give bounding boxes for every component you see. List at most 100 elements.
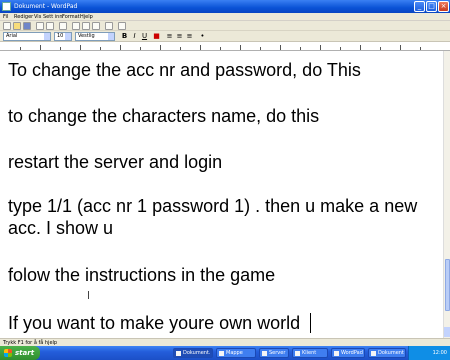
menu-insert[interactable]: Sett inn: [43, 13, 63, 21]
screen: Dokument - WordPad _ □ × Fil Rediger Vis…: [0, 0, 450, 360]
taskbar-item-label: Server: [269, 350, 286, 356]
ruler-tick: [180, 47, 181, 50]
taskbar-item-label: Dokument: [378, 350, 404, 356]
font-value: Arial: [6, 33, 18, 39]
chevron-down-icon[interactable]: [108, 33, 114, 40]
vertical-scrollbar[interactable]: [443, 51, 450, 338]
document-icon: [371, 351, 376, 356]
wordpad-app-icon[interactable]: [2, 2, 11, 11]
paste-icon[interactable]: [92, 22, 100, 30]
text-caret: [310, 313, 311, 333]
close-button[interactable]: ×: [438, 1, 449, 12]
ruler-tick: [400, 45, 401, 50]
menu-file[interactable]: Fil: [3, 13, 8, 21]
bullets-icon[interactable]: •: [198, 32, 207, 41]
ruler-tick: [80, 45, 81, 50]
taskbar-item[interactable]: Klient: [292, 348, 328, 358]
minimize-button[interactable]: _: [414, 1, 425, 12]
windows-logo-icon: [4, 349, 12, 357]
wordpad-icon: [334, 351, 339, 356]
color-icon[interactable]: ■: [152, 32, 161, 41]
bold-icon[interactable]: B: [120, 32, 129, 41]
app-icon: [262, 351, 267, 356]
align-right-icon[interactable]: ≡: [185, 32, 194, 41]
document-line[interactable]: To change the acc nr and password, do Th…: [8, 60, 361, 81]
format-toolbar: Arial 10 Vestlig B I U ■ ≡ ≡ ≡ •: [0, 31, 450, 42]
ruler-tick: [20, 47, 21, 50]
ruler-tick: [300, 47, 301, 50]
document-line[interactable]: folow the instructions in the game: [8, 265, 275, 286]
ruler-tick: [200, 45, 201, 50]
align-center-icon[interactable]: ≡: [175, 32, 184, 41]
ruler-tick: [120, 45, 121, 50]
document-line[interactable]: acc. I show u: [8, 218, 113, 239]
underline-icon[interactable]: U: [140, 32, 149, 41]
ruler-tick: [280, 45, 281, 50]
new-icon[interactable]: [3, 22, 11, 30]
taskbar-item-label: Dokument...: [183, 350, 211, 356]
chevron-down-icon[interactable]: [44, 33, 50, 40]
document-line[interactable]: type 1/1 (acc nr 1 password 1) . then u …: [8, 196, 417, 217]
ruler-tick: [140, 47, 141, 50]
taskbar-item[interactable]: Dokument: [368, 348, 406, 358]
align-left-icon[interactable]: ≡: [165, 32, 174, 41]
taskbar-item-label: Mappe: [226, 350, 243, 356]
font-dropdown[interactable]: Arial: [3, 32, 51, 41]
find-icon[interactable]: [59, 22, 67, 30]
script-dropdown[interactable]: Vestlig: [75, 32, 115, 41]
copy-icon[interactable]: [82, 22, 90, 30]
ruler-tick: [160, 45, 161, 50]
title-bar[interactable]: Dokument - WordPad _ □ ×: [0, 0, 450, 13]
taskbar-item-label: Klient: [302, 350, 317, 356]
taskbar-item[interactable]: Server: [259, 348, 289, 358]
menu-format[interactable]: Format: [62, 13, 80, 21]
scroll-down-arrow-icon[interactable]: [444, 327, 450, 337]
font-size-value: 10: [57, 33, 64, 39]
font-size-dropdown[interactable]: 10: [54, 32, 72, 41]
document-text-area[interactable]: To change the acc nr and password, do Th…: [0, 51, 443, 338]
undo-icon[interactable]: [105, 22, 113, 30]
save-icon[interactable]: [23, 22, 31, 30]
chevron-down-icon[interactable]: [65, 33, 71, 40]
menu-edit[interactable]: Rediger: [14, 13, 33, 21]
ruler-tick: [320, 45, 321, 50]
document-line[interactable]: to change the characters name, do this: [8, 106, 319, 127]
status-bar: Trykk F1 for å få hjelp: [0, 338, 450, 346]
document-line[interactable]: If you want to make youre own world: [8, 313, 300, 334]
ruler-tick: [100, 47, 101, 50]
document-line[interactable]: restart the server and login: [8, 152, 222, 173]
taskbar: start Dokument... Mappe Server Klient Wo…: [0, 346, 450, 360]
menu-help[interactable]: Hjelp: [80, 13, 93, 21]
ruler[interactable]: [0, 42, 450, 51]
taskbar-item[interactable]: WordPad: [331, 348, 365, 358]
start-label: start: [15, 349, 35, 357]
cut-icon[interactable]: [72, 22, 80, 30]
ruler-tick: [60, 47, 61, 50]
folder-icon: [219, 351, 224, 356]
taskbar-item[interactable]: Dokument...: [173, 348, 213, 358]
document-icon: [176, 351, 181, 356]
script-value: Vestlig: [78, 33, 95, 39]
ruler-tick: [420, 47, 421, 50]
ruler-tick: [360, 45, 361, 50]
taskbar-item-label: WordPad: [341, 350, 363, 356]
start-button[interactable]: start: [0, 346, 40, 360]
print-preview-icon[interactable]: [46, 22, 54, 30]
italic-icon[interactable]: I: [130, 32, 139, 41]
scrollbar-thumb[interactable]: [445, 259, 450, 311]
print-icon[interactable]: [36, 22, 44, 30]
app-icon: [295, 351, 300, 356]
system-tray[interactable]: 12:00: [408, 346, 450, 360]
ruler-tick: [340, 47, 341, 50]
menu-bar: Fil Rediger Vis Sett inn Format Hjelp: [0, 13, 450, 21]
ruler-tick: [220, 47, 221, 50]
menu-view[interactable]: Vis: [34, 13, 41, 21]
tray-clock[interactable]: 12:00: [433, 346, 447, 360]
open-icon[interactable]: [13, 22, 21, 30]
maximize-button[interactable]: □: [426, 1, 437, 12]
window-title: Dokument - WordPad: [14, 3, 78, 10]
ruler-tick: [240, 45, 241, 50]
date-time-icon[interactable]: [118, 22, 126, 30]
ruler-tick: [260, 47, 261, 50]
taskbar-item[interactable]: Mappe: [216, 348, 256, 358]
